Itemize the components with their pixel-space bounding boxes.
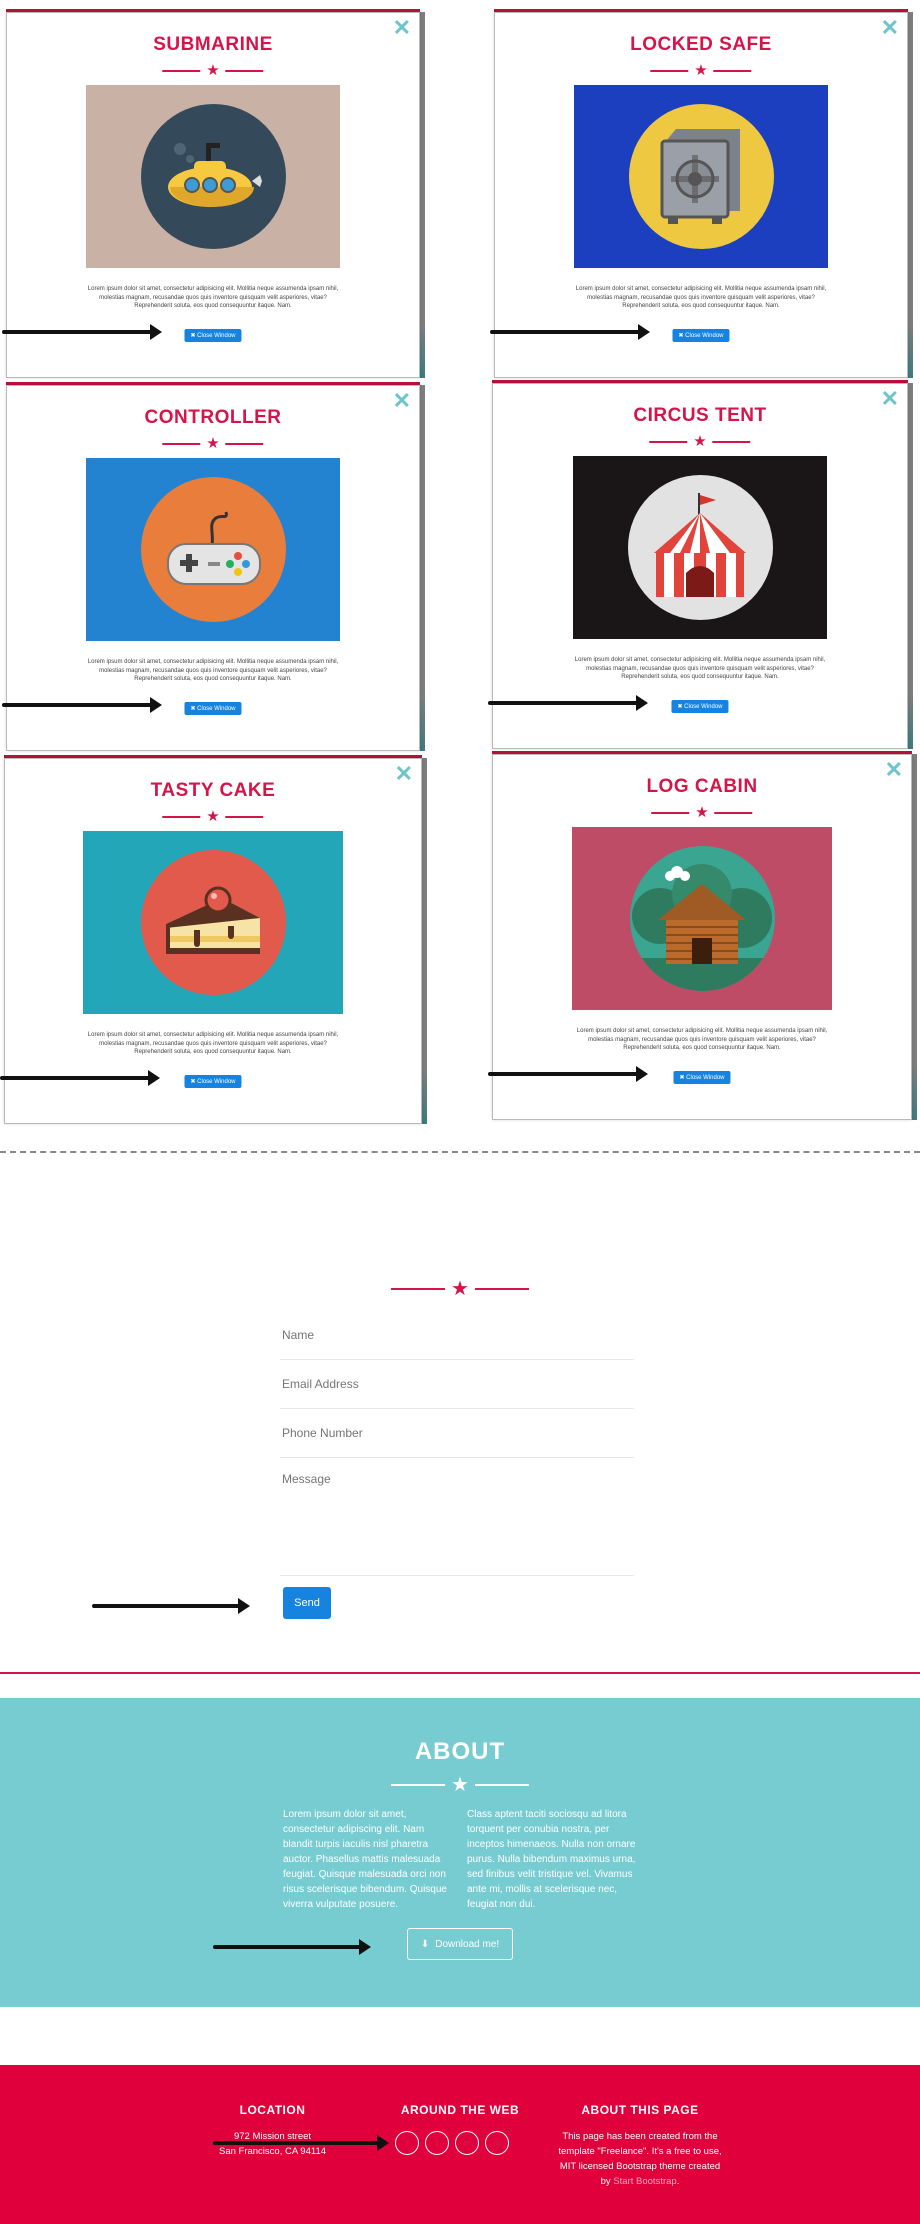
star-icon: ★: [693, 433, 707, 450]
message-field[interactable]: [280, 1472, 634, 1576]
about-page-heading: ABOUT THIS PAGE: [581, 2103, 699, 2117]
phone-field[interactable]: [280, 1424, 634, 1458]
message-input[interactable]: [280, 1472, 634, 1562]
modal-description: Lorem ipsum dolor sit amet, consectetur …: [574, 657, 826, 680]
address-line2: San Francisco, CA 94114: [218, 2146, 327, 2157]
contact-divider: ★: [391, 1279, 529, 1299]
star-icon: ★: [451, 1278, 469, 1300]
close-window-button[interactable]: ✖ Close Window: [184, 702, 242, 715]
arrow-pointer: [0, 1070, 160, 1086]
title-divider: ★: [651, 804, 753, 821]
circus-tent-icon: [627, 475, 773, 620]
close-window-button[interactable]: ✖ Close Window: [673, 1071, 731, 1084]
modal-image: [574, 85, 828, 268]
arrow-pointer: [2, 697, 162, 713]
download-label: Download me!: [435, 1938, 500, 1950]
about-title: ABOUT: [414, 1738, 506, 1765]
phone-input[interactable]: [280, 1426, 634, 1440]
linkedin-icon[interactable]: in: [455, 2131, 479, 2155]
about-page-end: .: [676, 2176, 680, 2187]
modal-title: LOG CABIN: [646, 776, 758, 797]
modal-description: Lorem ipsum dolor sit amet, consectetur …: [87, 1032, 339, 1055]
game-controller-icon: [140, 477, 286, 622]
location-heading: LOCATION: [239, 2103, 306, 2117]
title-divider: ★: [162, 62, 264, 79]
name-input[interactable]: [280, 1328, 634, 1342]
cake-icon: [140, 850, 286, 995]
portfolio-modal: ✕ LOCKED SAFE ★ Lorem ipsum dolor sit amet,…: [490, 9, 913, 378]
start-bootstrap-link[interactable]: Start Bootstrap: [613, 2176, 676, 2187]
section-separator: [0, 1151, 920, 1153]
close-window-button[interactable]: ✖ Close Window: [672, 329, 730, 342]
modal-image: [573, 456, 827, 639]
about-text-right: Class aptent taciti sociosqu ad litora t…: [467, 1809, 636, 1910]
close-window-button[interactable]: ✖ Close Window: [671, 700, 729, 713]
portfolio-modal: ✕ CIRCUS TENT ★ Lorem ipsum dolor sit amet,…: [488, 380, 913, 749]
modal-title: TASTY CAKE: [150, 780, 276, 801]
modal-title: CIRCUS TENT: [633, 405, 767, 426]
about-section: ABOUT ★ Lorem ipsum dolor sit amet, cons…: [0, 1698, 920, 2007]
modal-title: LOCKED SAFE: [630, 34, 772, 55]
arrow-pointer: [490, 324, 650, 340]
modal-description: Lorem ipsum dolor sit amet, consectetur …: [87, 659, 339, 682]
modal-dialog: ✕ TASTY CAKE ★ Lorem ipsum dolor sit amet, …: [4, 758, 422, 1124]
arrow-pointer: [488, 695, 648, 711]
modal-dialog: ✕ CIRCUS TENT ★ Lorem ipsum dolor sit amet,…: [492, 383, 908, 749]
email-field[interactable]: [280, 1375, 634, 1409]
star-icon: ★: [451, 1774, 469, 1796]
about-text-left: Lorem ipsum dolor sit amet, consectetur …: [283, 1809, 447, 1910]
close-window-button[interactable]: ✖ Close Window: [184, 329, 242, 342]
social-links: f t in ◎: [395, 2131, 509, 2155]
star-icon: ★: [206, 435, 220, 452]
modal-description: Lorem ipsum dolor sit amet, consectetur …: [576, 1028, 828, 1051]
send-button[interactable]: Send: [283, 1587, 331, 1619]
modal-description: Lorem ipsum dolor sit amet, consectetur …: [87, 286, 339, 309]
close-window-button[interactable]: ✖ Close Window: [184, 1075, 242, 1088]
modal-image: [83, 831, 343, 1014]
title-divider: ★: [162, 435, 264, 452]
modal-dialog: ✕ CONTROLLER ★ Lorem ipsum dolor sit amet, …: [6, 385, 420, 751]
safe-icon: [628, 104, 774, 249]
star-icon: ★: [206, 62, 220, 79]
dribbble-icon[interactable]: ◎: [485, 2131, 509, 2155]
download-button[interactable]: ⬇ Download me!: [407, 1928, 513, 1960]
modal-image: [86, 85, 340, 268]
twitter-icon[interactable]: t: [425, 2131, 449, 2155]
arrow-pointer: [92, 1598, 250, 1614]
portfolio-modal: ✕ CONTROLLER ★ Lorem ipsum dolor sit amet, …: [2, 382, 425, 751]
facebook-icon[interactable]: f: [395, 2131, 419, 2155]
arrow-pointer: [213, 2135, 389, 2151]
title-divider: ★: [650, 62, 752, 79]
section-rule: [0, 1672, 920, 1674]
modal-image: [572, 827, 832, 1010]
modal-dialog: ✕ LOG CABIN ★ Lorem ipsum dolor sit amet, c…: [492, 754, 912, 1120]
about-page-text: This page has been created from the temp…: [555, 2129, 725, 2189]
email-input[interactable]: [280, 1377, 634, 1391]
arrow-pointer: [213, 1939, 371, 1955]
log-cabin-icon: [629, 846, 775, 991]
footer: LOCATION 972 Mission street San Francisc…: [0, 2065, 920, 2224]
modal-dialog: ✕ LOCKED SAFE ★ Lorem ipsum dolor sit amet,…: [494, 12, 908, 378]
arrow-pointer: [2, 324, 162, 340]
submarine-icon: [140, 104, 286, 249]
arrow-pointer: [488, 1066, 648, 1082]
modal-title: SUBMARINE: [153, 34, 273, 55]
modal-dialog: ✕ SUBMARINE ★ Lorem ipsum dolor sit amet, c…: [6, 12, 420, 378]
title-divider: ★: [162, 808, 264, 825]
star-icon: ★: [694, 62, 708, 79]
around-web-heading: AROUND THE WEB: [400, 2103, 520, 2117]
modal-image: [86, 458, 340, 641]
star-icon: ★: [206, 808, 220, 825]
download-icon: ⬇: [420, 1938, 430, 1950]
about-divider: ★: [391, 1775, 529, 1795]
modal-description: Lorem ipsum dolor sit amet, consectetur …: [575, 286, 827, 309]
modal-title: CONTROLLER: [144, 407, 282, 428]
title-divider: ★: [649, 433, 751, 450]
portfolio-modal: ✕ SUBMARINE ★ Lorem ipsum dolor sit amet, c…: [2, 9, 425, 378]
portfolio-modal: ✕ LOG CABIN ★ Lorem ipsum dolor sit amet, c…: [488, 751, 917, 1120]
portfolio-modal: ✕ TASTY CAKE ★ Lorem ipsum dolor sit amet, …: [0, 755, 427, 1124]
star-icon: ★: [695, 804, 709, 821]
name-field[interactable]: [280, 1326, 634, 1360]
